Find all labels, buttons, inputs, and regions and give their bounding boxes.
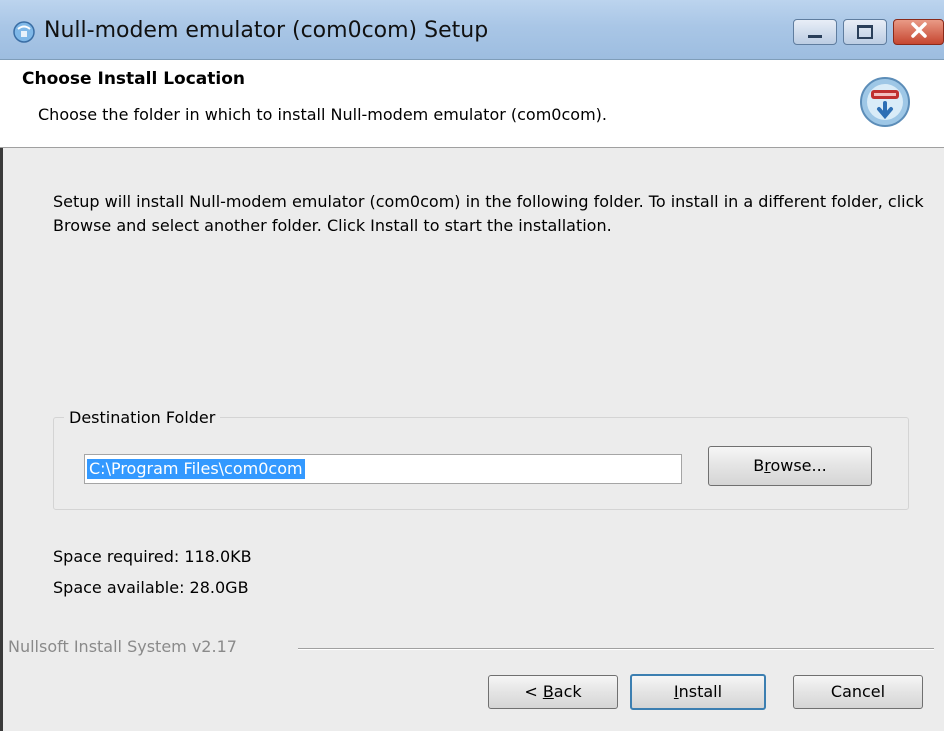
back-label-accel: B [542, 682, 554, 701]
branding-text: Nullsoft Install System v2.17 [8, 637, 237, 656]
nsis-installer-icon [858, 75, 912, 129]
page-header: Choose Install Location Choose the folde… [0, 60, 944, 148]
browse-label-post: owse... [770, 456, 827, 475]
installer-icon [12, 20, 36, 44]
back-label-post: ack [553, 682, 582, 701]
install-label-post: nstall [678, 682, 723, 701]
destination-folder-group: Destination Folder C:\Program Files\com0… [53, 408, 909, 510]
cancel-button[interactable]: Cancel [793, 675, 923, 709]
page-subtitle: Choose the folder in which to install Nu… [38, 105, 607, 124]
back-button[interactable]: < Back [488, 675, 618, 709]
maximize-button[interactable] [843, 19, 887, 45]
install-button[interactable]: Install [630, 674, 766, 710]
browse-label-pre: B [753, 456, 765, 475]
page-title: Choose Install Location [22, 69, 246, 89]
minimize-icon [808, 34, 822, 38]
maximize-icon [857, 25, 873, 39]
window-title: Null-modem emulator (com0com) Setup [44, 18, 489, 43]
space-required: Space required: 118.0KB [53, 547, 252, 566]
destination-folder-label: Destination Folder [64, 408, 221, 427]
back-label-pre: < [524, 682, 543, 701]
close-button[interactable] [893, 19, 944, 45]
branding-divider [298, 648, 934, 650]
destination-path-input[interactable]: C:\Program Files\com0com [84, 454, 682, 484]
destination-path-value: C:\Program Files\com0com [87, 459, 305, 479]
browse-button[interactable]: Browse... [708, 446, 872, 486]
minimize-button[interactable] [793, 19, 837, 45]
window-border [0, 148, 3, 731]
title-bar[interactable]: Null-modem emulator (com0com) Setup [0, 0, 944, 60]
space-available: Space available: 28.0GB [53, 578, 249, 597]
instructions-text: Setup will install Null-modem emulator (… [53, 192, 924, 235]
close-icon [910, 22, 928, 42]
